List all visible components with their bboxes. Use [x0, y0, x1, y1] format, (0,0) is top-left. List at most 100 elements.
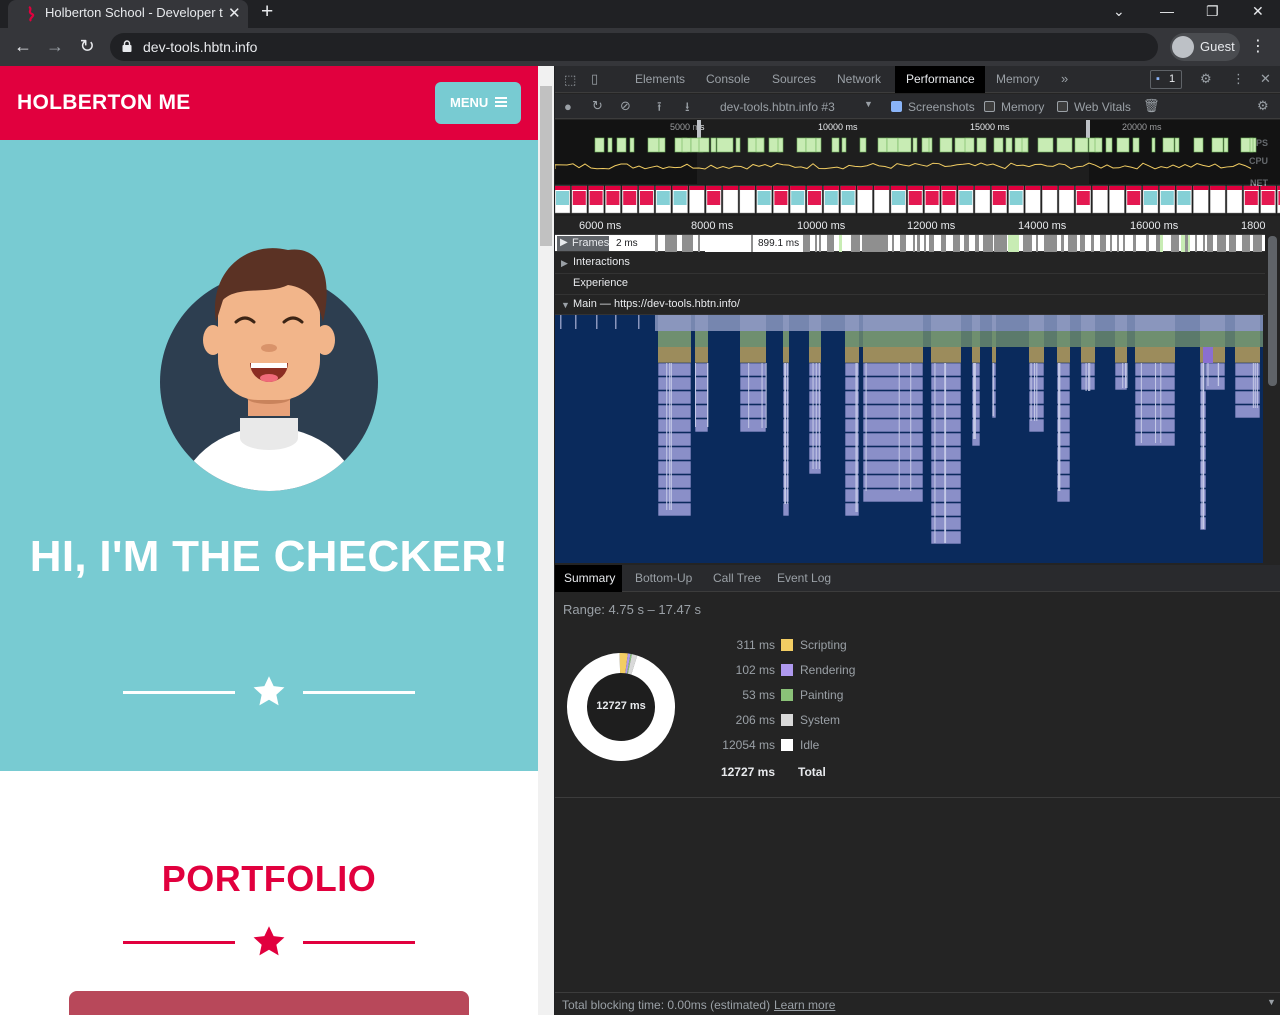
frames-label: Frames	[572, 237, 610, 249]
learn-more-link[interactable]: Learn more	[774, 998, 835, 1012]
tab-elements[interactable]: Elements	[635, 72, 685, 86]
tab-event-log[interactable]: Event Log	[777, 571, 831, 585]
flame-chart-graph	[560, 315, 1263, 545]
settings-gear-icon[interactable]: ⚙	[1200, 71, 1212, 87]
summary-pane: Range: 4.75 s – 17.47 s 12727 ms 311 ms S…	[555, 593, 1280, 798]
divider-line-left	[123, 691, 235, 694]
menu-button-label: MENU	[450, 95, 489, 110]
url-text[interactable]: dev-tools.hbtn.info	[143, 39, 257, 55]
interactions-track[interactable]: ▶ Interactions	[555, 253, 1265, 274]
legend-value-painting: 53 ms	[742, 688, 775, 702]
tab-memory[interactable]: Memory	[996, 72, 1039, 86]
address-bar[interactable]: dev-tools.hbtn.info	[110, 33, 1158, 61]
web-vitals-checkbox[interactable]	[1057, 101, 1068, 112]
hamburger-icon	[495, 97, 507, 107]
more-tabs-icon[interactable]: »	[1061, 71, 1068, 86]
tab-performance[interactable]: Performance	[906, 72, 975, 86]
web-vitals-label[interactable]: Web Vitals	[1074, 100, 1131, 114]
timeline-overview[interactable]: 5000 ms 10000 ms 15000 ms 20000 ms FPS C…	[555, 120, 1280, 216]
recording-dropdown-icon[interactable]: ▼	[864, 99, 873, 109]
main-flame-chart[interactable]	[555, 315, 1263, 563]
profile-label: Guest	[1200, 39, 1235, 54]
back-arrow-icon[interactable]: ←	[12, 35, 34, 57]
donut-total: 12727 ms	[596, 700, 646, 712]
memory-checkbox[interactable]	[984, 101, 995, 112]
main-collapse-icon[interactable]: ▼	[561, 300, 570, 310]
legend-label-rendering: Rendering	[800, 663, 856, 677]
issues-icon: ▪	[1156, 73, 1160, 85]
tab-sources[interactable]: Sources	[772, 72, 816, 86]
devtools-menu-icon[interactable]: ⋮	[1232, 71, 1245, 87]
ruler-tick: 1800	[1241, 220, 1266, 232]
reload-icon[interactable]: ↻	[76, 35, 98, 57]
upload-icon[interactable]: ⭱	[657, 98, 662, 120]
garbage-collect-icon[interactable]: 🗑	[1143, 98, 1160, 114]
hero-section: HI, I'M THE CHECKER!	[0, 140, 538, 771]
tab-search-chevron-icon[interactable]: ⌄	[1113, 3, 1125, 20]
timeline-ruler: 6000 ms 8000 ms 10000 ms 12000 ms 14000 …	[555, 219, 1280, 235]
avatar-icon	[1172, 36, 1194, 58]
device-toolbar-icon[interactable]: ▯	[591, 71, 598, 87]
summary-total-value: 12727 ms	[720, 765, 775, 779]
summary-total-label: Total	[798, 765, 826, 779]
experience-track[interactable]: Experience	[555, 274, 1265, 295]
hero-title: HI, I'M THE CHECKER!	[29, 532, 509, 581]
browser-tab[interactable]: Holberton School - Developer to ✕	[8, 0, 248, 28]
minimize-icon[interactable]: —	[1160, 3, 1174, 19]
devtools-close-icon[interactable]: ✕	[1260, 71, 1271, 87]
devtools-panel: ⬚ ▯ Elements Console Sources Network Per…	[555, 66, 1280, 1015]
ruler-tick: 16000 ms	[1130, 220, 1179, 232]
scroll-down-icon[interactable]: ▼	[1267, 997, 1276, 1007]
site-header: HOLBERTON ME MENU	[0, 66, 538, 140]
checker-avatar-illustration	[160, 248, 378, 491]
clear-icon[interactable]: ⊘	[620, 98, 631, 114]
tab-close-icon[interactable]: ✕	[228, 4, 241, 22]
lock-icon[interactable]	[122, 40, 132, 52]
tab-call-tree[interactable]: Call Tree	[713, 571, 761, 585]
portfolio-card[interactable]	[69, 991, 469, 1015]
browser-menu-icon[interactable]: ⋮	[1250, 36, 1266, 56]
timeline-scrollbar-thumb[interactable]	[1268, 236, 1277, 386]
screenshots-checkbox[interactable]	[891, 101, 902, 112]
page-scrollbar-thumb[interactable]	[540, 86, 552, 246]
portfolio-divider-left	[123, 941, 235, 944]
issues-button[interactable]: ▪ 1	[1150, 70, 1182, 89]
ruler-tick: 12000 ms	[907, 220, 956, 232]
total-blocking-time: Total blocking time: 0.00ms (estimated)	[562, 998, 771, 1012]
frames-track[interactable]: ▶ Frames 2 ms 899.1 ms	[555, 235, 1265, 252]
tab-console[interactable]: Console	[706, 72, 750, 86]
star-icon	[253, 676, 285, 706]
window-close-icon[interactable]: ✕	[1252, 3, 1264, 20]
reload-record-icon[interactable]: ↻	[592, 98, 603, 114]
browser-toolbar: ← → ↻ dev-tools.hbtn.info Guest ⋮	[0, 28, 1280, 66]
performance-toolbar: ● ↻ ⊘ ⭱ ⭳ dev-tools.hbtn.info #3 ▼ Scree…	[555, 94, 1280, 119]
screenshots-label[interactable]: Screenshots	[908, 100, 975, 114]
details-tabbar: Summary Bottom-Up Call Tree Event Log	[555, 565, 1280, 592]
experience-label: Experience	[573, 277, 629, 289]
tab-summary[interactable]: Summary	[564, 571, 615, 585]
ruler-tick: 10000 ms	[797, 220, 846, 232]
menu-button[interactable]: MENU	[435, 82, 521, 124]
inspect-element-icon[interactable]: ⬚	[564, 72, 576, 88]
forward-arrow-icon[interactable]: →	[44, 35, 66, 57]
restore-icon[interactable]: ❐	[1206, 3, 1219, 20]
profile-button[interactable]: Guest	[1170, 33, 1240, 61]
download-icon[interactable]: ⭳	[685, 98, 690, 120]
portfolio-heading: PORTFOLIO	[161, 858, 377, 899]
tab-network[interactable]: Network	[837, 72, 881, 86]
page-scrollbar[interactable]	[538, 66, 554, 1015]
interactions-expand-icon[interactable]: ▶	[561, 258, 568, 269]
frames-expand-icon[interactable]: ▶	[560, 237, 568, 248]
donut-slice-scripting	[619, 653, 628, 674]
record-icon[interactable]: ●	[564, 99, 572, 114]
recording-select[interactable]: dev-tools.hbtn.info #3	[720, 100, 835, 114]
site-brand[interactable]: HOLBERTON ME	[17, 91, 191, 115]
timeline-scrollbar[interactable]	[1265, 224, 1280, 564]
tab-bottom-up[interactable]: Bottom-Up	[635, 571, 692, 585]
main-track-header[interactable]: ▼ Main — https://dev-tools.hbtn.info/	[555, 295, 1265, 315]
legend-label-idle: Idle	[800, 738, 820, 752]
overview-graph	[555, 120, 1280, 214]
new-tab-button[interactable]: +	[261, 1, 273, 23]
capture-settings-icon[interactable]: ⚙	[1257, 98, 1269, 114]
memory-label[interactable]: Memory	[1001, 100, 1044, 114]
